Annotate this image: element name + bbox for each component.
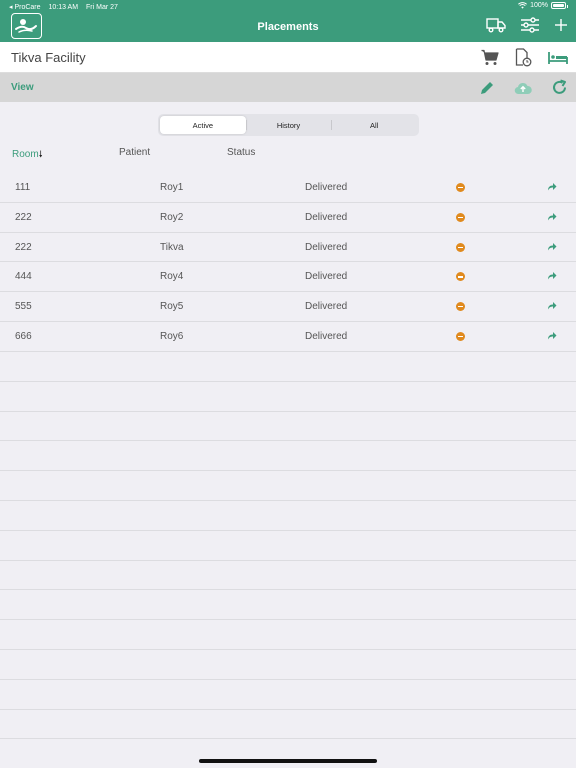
nav-actions bbox=[486, 17, 568, 33]
document-clock-icon[interactable] bbox=[515, 48, 532, 72]
facility-bar: Tikva Facility bbox=[0, 42, 576, 73]
room-cell: 444 bbox=[15, 271, 32, 283]
patient-cell: Roy6 bbox=[160, 330, 184, 342]
status-time: 10:13 AM bbox=[48, 4, 79, 11]
tab-active[interactable]: Active bbox=[160, 116, 246, 134]
refresh-icon[interactable] bbox=[551, 79, 568, 101]
empty-row bbox=[0, 650, 576, 680]
cart-icon[interactable] bbox=[481, 49, 499, 71]
room-cell: 555 bbox=[15, 301, 32, 313]
sort-descending-icon: 🠗 bbox=[38, 149, 43, 159]
table-row[interactable]: 555 Roy5 Delivered bbox=[0, 292, 576, 322]
empty-row bbox=[0, 531, 576, 561]
battery-icon bbox=[551, 2, 568, 9]
forward-icon[interactable] bbox=[547, 212, 557, 224]
table-row[interactable]: 666 Roy6 Delivered bbox=[0, 322, 576, 352]
status-left: ◂ ProCare 10:13 AM Fri Mar 27 bbox=[9, 3, 124, 11]
facility-actions bbox=[481, 48, 568, 72]
forward-icon[interactable] bbox=[547, 242, 557, 254]
tab-all[interactable]: All bbox=[331, 116, 417, 134]
table-row[interactable]: 222 Roy2 Delivered bbox=[0, 203, 576, 233]
table-header: Room🠗 Patient Status bbox=[0, 147, 576, 163]
patient-cell: Tikva bbox=[160, 241, 184, 253]
remove-icon[interactable] bbox=[456, 331, 465, 341]
remove-icon[interactable] bbox=[456, 242, 465, 252]
empty-row bbox=[0, 561, 576, 591]
room-column-header[interactable]: Room🠗 bbox=[12, 147, 43, 163]
empty-row bbox=[0, 501, 576, 531]
tab-history[interactable]: History bbox=[245, 116, 332, 134]
status-cell: Delivered bbox=[305, 330, 348, 342]
status-column-header[interactable]: Status bbox=[227, 147, 255, 158]
remove-icon[interactable] bbox=[456, 302, 465, 312]
sliders-icon[interactable] bbox=[520, 17, 540, 33]
forward-icon[interactable] bbox=[547, 331, 557, 343]
back-to-app-link[interactable]: ◂ ProCare bbox=[9, 4, 41, 11]
truck-icon[interactable] bbox=[486, 17, 506, 33]
empty-row bbox=[0, 441, 576, 472]
empty-row bbox=[0, 680, 576, 710]
empty-row bbox=[0, 382, 576, 412]
room-header-label: Room bbox=[12, 149, 39, 160]
patient-column-header[interactable]: Patient bbox=[119, 147, 150, 158]
forward-icon[interactable] bbox=[547, 271, 557, 283]
remove-icon[interactable] bbox=[456, 212, 465, 222]
empty-row bbox=[0, 710, 576, 740]
remove-icon[interactable] bbox=[456, 272, 465, 282]
forward-icon[interactable] bbox=[547, 301, 557, 313]
status-bar: ◂ ProCare 10:13 AM Fri Mar 27 100% bbox=[0, 0, 576, 13]
navigation-bar: ◂ ProCare 10:13 AM Fri Mar 27 100% Place… bbox=[0, 0, 576, 42]
status-cell: Delivered bbox=[305, 211, 348, 223]
view-actions bbox=[479, 79, 568, 101]
wifi-icon bbox=[518, 2, 528, 9]
room-cell: 222 bbox=[15, 211, 32, 223]
status-cell: Delivered bbox=[305, 182, 348, 193]
patient-cell: Roy5 bbox=[160, 301, 184, 313]
filter-segmented-control: Active History All bbox=[158, 114, 419, 136]
forward-icon[interactable] bbox=[547, 182, 557, 194]
table-row[interactable]: 444 Roy4 Delivered bbox=[0, 262, 576, 293]
status-date: Fri Mar 27 bbox=[86, 4, 118, 11]
empty-row bbox=[0, 412, 576, 442]
home-indicator[interactable] bbox=[199, 759, 377, 763]
table-row[interactable]: 111 Roy1 Delivered bbox=[0, 173, 576, 203]
battery-percent: 100% bbox=[530, 2, 548, 9]
empty-table-area bbox=[0, 352, 576, 740]
status-cell: Delivered bbox=[305, 301, 348, 313]
room-cell: 111 bbox=[15, 182, 31, 193]
room-cell: 222 bbox=[15, 241, 32, 253]
empty-row bbox=[0, 471, 576, 501]
status-right: 100% bbox=[518, 2, 568, 9]
empty-row bbox=[0, 620, 576, 650]
patient-cell: Roy1 bbox=[160, 182, 184, 193]
patient-cell: Roy2 bbox=[160, 211, 184, 223]
remove-icon[interactable] bbox=[456, 183, 465, 192]
plus-icon[interactable] bbox=[554, 18, 568, 32]
empty-row bbox=[0, 590, 576, 621]
placements-table: 111 Roy1 Delivered 222 Roy2 Delivered 22… bbox=[0, 173, 576, 352]
view-button[interactable]: View bbox=[11, 82, 34, 93]
bed-icon[interactable] bbox=[548, 51, 568, 70]
facility-name: Tikva Facility bbox=[11, 50, 86, 65]
view-toolbar: View bbox=[0, 73, 576, 102]
cloud-upload-icon[interactable] bbox=[514, 81, 532, 100]
status-cell: Delivered bbox=[305, 271, 348, 283]
table-row[interactable]: 222 Tikva Delivered bbox=[0, 233, 576, 263]
pencil-icon[interactable] bbox=[479, 80, 495, 101]
status-cell: Delivered bbox=[305, 241, 348, 253]
patient-cell: Roy4 bbox=[160, 271, 184, 283]
empty-row bbox=[0, 352, 576, 382]
room-cell: 666 bbox=[15, 330, 32, 342]
